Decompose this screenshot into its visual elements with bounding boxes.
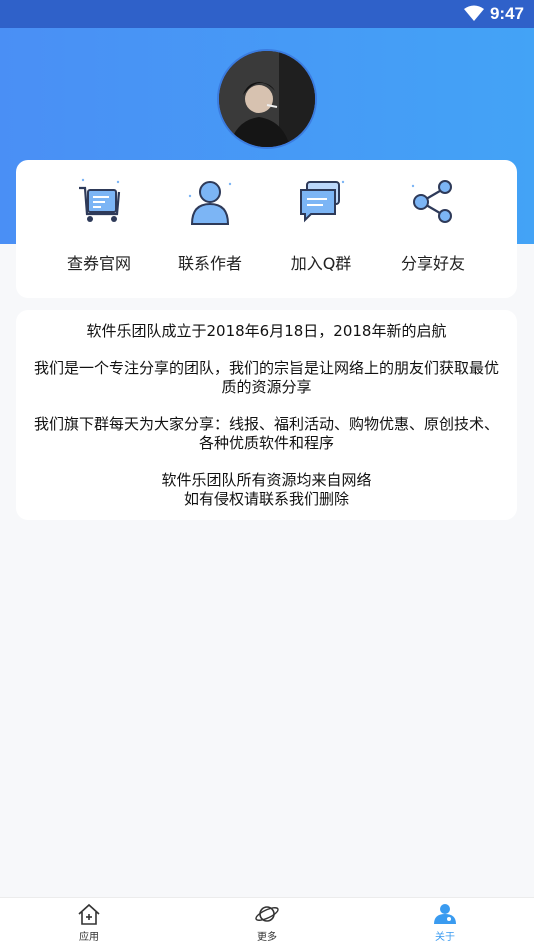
share-icon (405, 174, 461, 230)
shortcut-coupon-site[interactable]: 查券官网 (44, 174, 154, 274)
status-time: 9:47 (489, 4, 524, 23)
shortcuts-card: 查券官网 联系作者 加入Q群 分享好友 (16, 160, 517, 298)
home-icon (76, 902, 102, 926)
shortcut-label: 查券官网 (66, 254, 131, 273)
tab-label: 更多 (257, 932, 277, 943)
about-share-line1: 我们旗下群每天为大家分享：线报、福利活动、购物优惠、原创技术、 (33, 415, 499, 433)
bottom-tab-bar: 应用 更多 关于 (0, 897, 534, 949)
planet-icon (254, 902, 280, 926)
chat-icon (293, 174, 349, 230)
avatar[interactable] (217, 49, 317, 149)
shortcut-label: 加入Q群 (290, 254, 352, 273)
about-disclaimer-line2: 如有侵权请联系我们删除 (183, 490, 349, 508)
shortcut-contact-author[interactable]: 联系作者 (155, 174, 265, 274)
about-mission-line2: 质的资源分享 (221, 378, 312, 396)
tab-about[interactable]: 关于 (405, 902, 485, 943)
person-icon (182, 174, 238, 230)
wifi-icon (464, 5, 484, 26)
about-card: 软件乐团队成立于2018年6月18日，2018年新的启航 我们是一个专注分享的团… (16, 310, 517, 520)
about-intro: 软件乐团队成立于2018年6月18日，2018年新的启航 (86, 322, 447, 340)
tab-label: 关于 (435, 932, 455, 943)
status-bar: 9:47 (0, 0, 534, 28)
tab-more[interactable]: 更多 (227, 902, 307, 943)
shortcut-label: 联系作者 (177, 254, 242, 273)
shortcut-share-friends[interactable]: 分享好友 (378, 174, 488, 274)
shortcut-label: 分享好友 (400, 254, 465, 273)
user-icon (432, 902, 458, 926)
about-mission-line1: 我们是一个专注分享的团队，我们的宗旨是让网络上的朋友们获取最优 (33, 359, 499, 377)
about-share-line2: 各种优质软件和程序 (198, 434, 334, 452)
tab-apps[interactable]: 应用 (49, 902, 129, 943)
about-disclaimer-line1: 软件乐团队所有资源均来自网络 (161, 471, 372, 489)
cart-icon (71, 174, 127, 230)
shortcut-join-qq-group[interactable]: 加入Q群 (266, 174, 376, 274)
tab-label: 应用 (79, 932, 99, 943)
